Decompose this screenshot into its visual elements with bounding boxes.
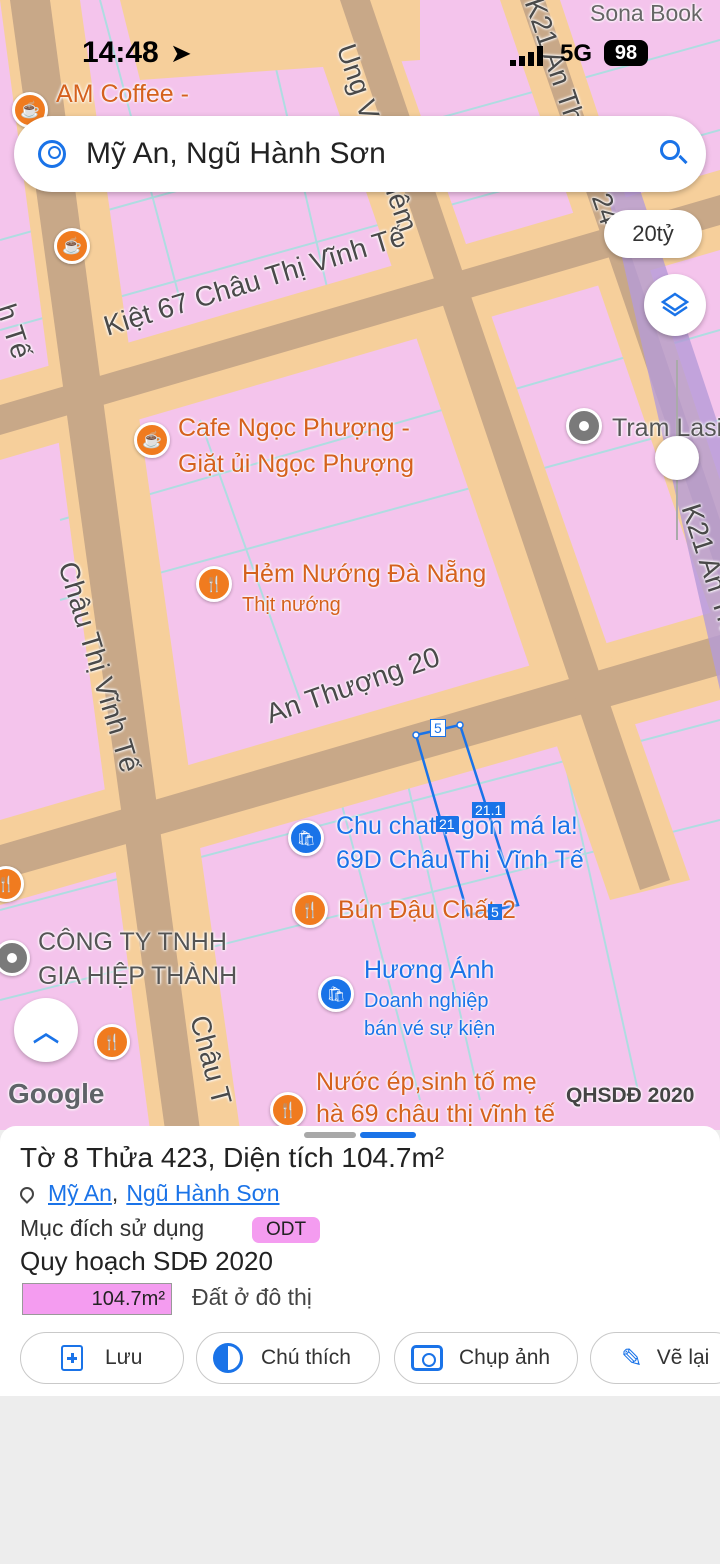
battery-icon: 98	[604, 40, 648, 66]
location-ward-link[interactable]: Mỹ An	[48, 1180, 112, 1207]
signal-icon	[510, 46, 550, 66]
overlay-label: QHSDĐ 2020	[566, 1084, 695, 1107]
parcel-dim-bottom: 5	[488, 904, 502, 920]
annotate-button-label: Chú thích	[261, 1346, 351, 1369]
shop-pin-icon[interactable]: 🛍	[288, 820, 324, 856]
plan-area-swatch: 104.7m²	[22, 1283, 172, 1315]
take-photo-button-label: Chụp ảnh	[459, 1346, 551, 1369]
poi-cafe-ngoc-phuong[interactable]: Cafe Ngọc Phượng -	[178, 414, 410, 443]
account-circle-icon[interactable]	[38, 140, 66, 168]
zoom-slider-handle[interactable]	[655, 436, 699, 480]
poi-huong-anh[interactable]: Hương Ánh	[364, 956, 494, 985]
cafe-pin-icon[interactable]: ☕	[54, 228, 90, 264]
location-arrow-icon: ➤	[170, 38, 192, 68]
poi-nuoc-ep-2: hà 69 châu thị vĩnh tế	[316, 1100, 556, 1128]
status-bar: 14:48 ➤ 5G 98	[0, 36, 720, 72]
poi-chu-chat-address: 69D Châu Thị Vĩnh Tế	[336, 846, 584, 874]
parcel-dim-right: 21.1	[472, 802, 506, 818]
search-bar[interactable]: Mỹ An, Ngũ Hành Sơn	[14, 116, 706, 192]
layers-button[interactable]	[644, 274, 706, 336]
place-pin-icon[interactable]	[566, 408, 602, 444]
google-watermark: Google	[8, 1078, 105, 1109]
status-time: 14:48	[82, 36, 159, 69]
poi-sona-book[interactable]: Sona Book	[590, 0, 703, 27]
poi-huong-anh-sub2: bán vé sự kiện	[364, 1018, 496, 1040]
poi-hem-nuong-sub: Thịt nướng	[242, 594, 341, 616]
shop-pin-icon[interactable]: 🛍	[318, 976, 354, 1012]
layers-icon	[660, 292, 690, 317]
half-circle-icon	[213, 1343, 243, 1373]
take-photo-button[interactable]: Chụp ảnh	[394, 1332, 578, 1384]
save-button[interactable]: Lưu	[20, 1332, 184, 1384]
location-district-link[interactable]: Ngũ Hành Sơn	[126, 1180, 279, 1207]
save-button-label: Lưu	[105, 1346, 143, 1369]
restaurant-pin-icon[interactable]: 🍴	[94, 1024, 130, 1060]
search-icon[interactable]	[660, 140, 688, 165]
redraw-button-label: Vẽ lại	[656, 1346, 710, 1369]
poi-nuoc-ep-1[interactable]: Nước ép,sinh tố mẹ	[316, 1068, 537, 1097]
sheet-handle-active[interactable]	[360, 1132, 416, 1138]
parcel-dim-top: 5	[430, 719, 446, 737]
add-note-icon	[61, 1345, 83, 1371]
cafe-pin-icon[interactable]: ☕	[134, 422, 170, 458]
poi-huong-anh-sub1: Doanh nghiệp	[364, 990, 489, 1012]
search-input[interactable]: Mỹ An, Ngũ Hành Sơn	[86, 137, 386, 171]
restaurant-pin-icon[interactable]: 🍴	[196, 566, 232, 602]
parcel-title: Tờ 8 Thửa 423, Diện tích 104.7m²	[20, 1142, 445, 1173]
location-pin-icon	[17, 1183, 37, 1204]
expand-up-button[interactable]: ︿	[14, 998, 78, 1062]
restaurant-pin-icon[interactable]: 🍴	[292, 892, 328, 928]
poi-cafe-ngoc-phuong-2[interactable]: Giặt ủi Ngọc Phượng	[178, 450, 414, 479]
annotate-button[interactable]: Chú thích	[196, 1332, 380, 1384]
add-photo-icon	[411, 1345, 443, 1371]
network-label: 5G	[560, 40, 593, 67]
restaurant-pin-icon[interactable]: 🍴	[270, 1092, 306, 1128]
purpose-label: Mục đích sử dụng	[20, 1215, 205, 1241]
sheet-handle[interactable]	[304, 1132, 356, 1138]
poi-cong-ty-1[interactable]: CÔNG TY TNHH	[38, 928, 227, 957]
location-separator: ,	[111, 1180, 119, 1206]
poi-hem-nuong[interactable]: Hẻm Nướng Đà Nẵng	[242, 560, 486, 589]
parcel-dim-left: 21	[436, 816, 458, 832]
poi-am-coffee[interactable]: AM Coffee -	[56, 80, 189, 109]
parcel-location: Mỹ An , Ngũ Hành Sơn	[17, 1180, 280, 1207]
draw-icon: ✎	[621, 1342, 643, 1373]
purpose-code-badge: ODT	[252, 1217, 320, 1243]
scale-badge[interactable]: 20tỷ	[604, 210, 702, 258]
plan-title: Quy hoạch SDĐ 2020	[20, 1246, 273, 1276]
plan-description: Đất ở đô thị	[192, 1284, 312, 1310]
redraw-button[interactable]: ✎ Vẽ lại	[590, 1332, 720, 1384]
chevron-up-icon: ︿	[32, 1016, 59, 1047]
poi-cong-ty-2: GIA HIỆP THÀNH	[38, 962, 238, 990]
